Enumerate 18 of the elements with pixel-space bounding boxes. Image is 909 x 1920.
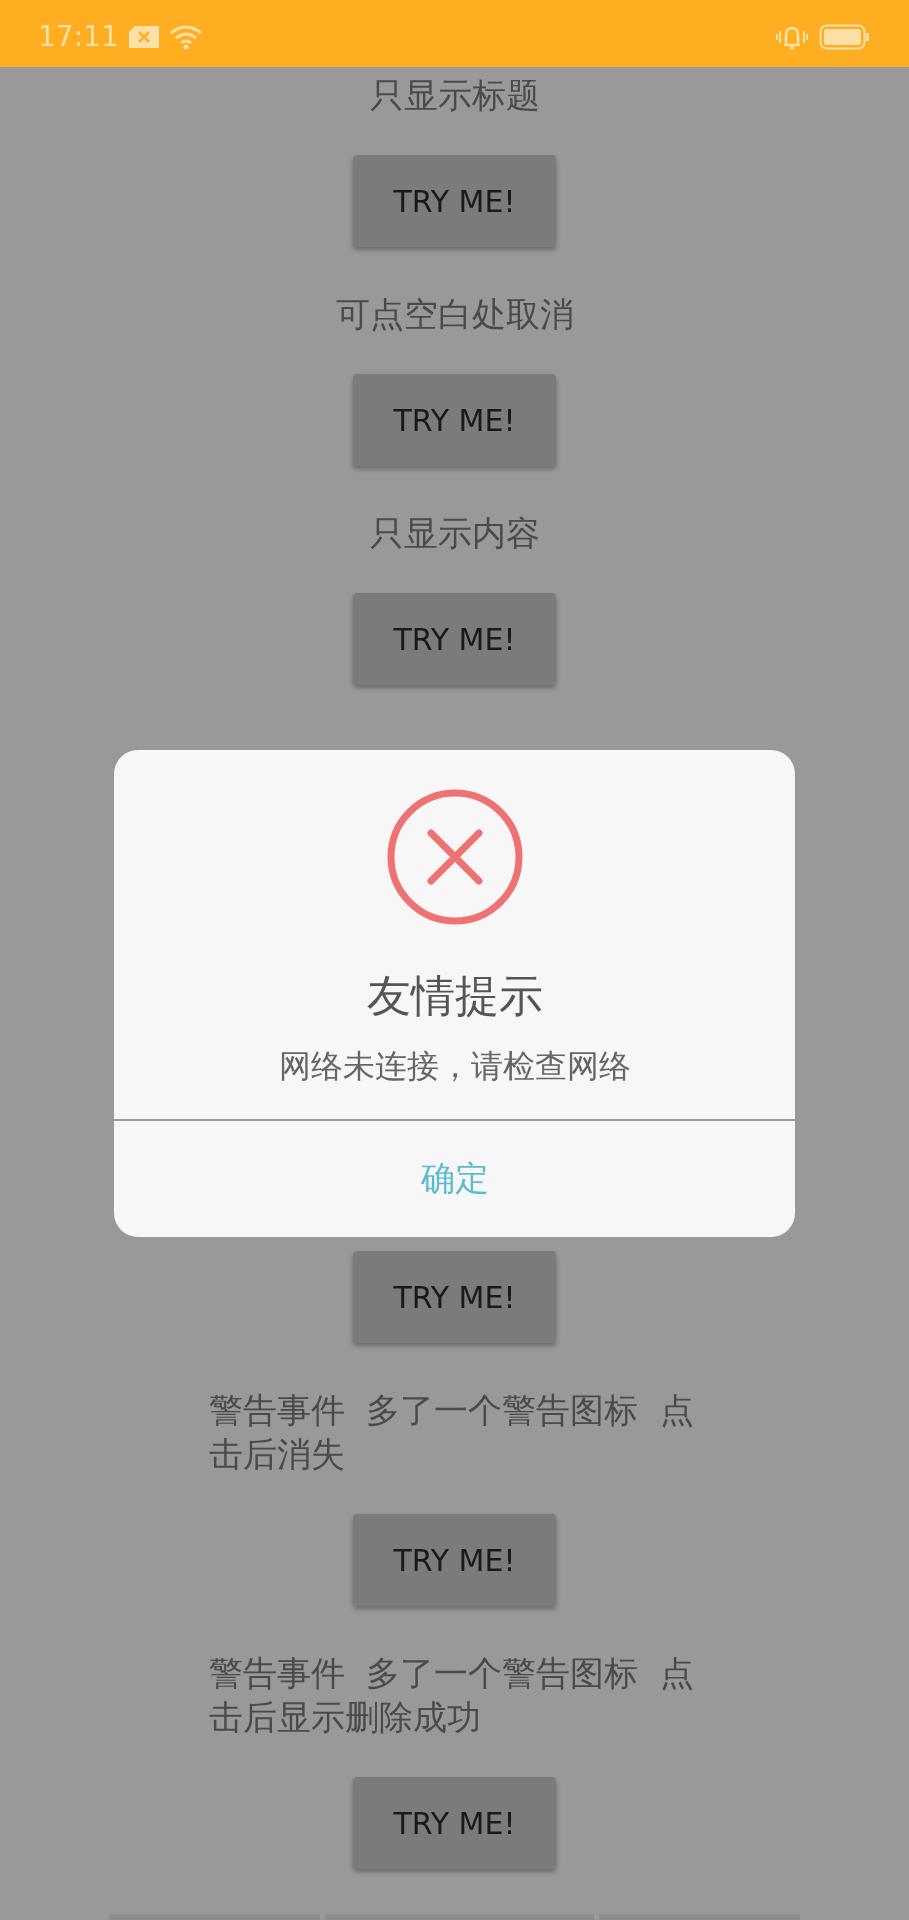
wifi-icon [168, 23, 203, 50]
battery-icon [819, 23, 871, 50]
error-icon [385, 788, 524, 926]
section-label: 可点空白处取消 [335, 293, 574, 336]
try-me-button[interactable]: TRY ME! [353, 1251, 556, 1343]
try-me-button[interactable]: TRY ME! [353, 1514, 556, 1606]
sim-error-icon [128, 25, 159, 48]
section-label: 警告事件 多了一个警告图标 点击后显示删除成功 [208, 1652, 695, 1739]
status-time: 17:11 [38, 18, 119, 55]
dialog-message: 网络未连接，请检查网络 [278, 1046, 631, 1087]
try-me-button[interactable]: TRY ME! [353, 593, 556, 685]
try-me-button[interactable]: TRY ME! [353, 1777, 556, 1869]
section-label: 警告事件 多了一个警告图标 点击后消失 [208, 1389, 695, 1476]
try-me-button[interactable]: TRY ME! [353, 374, 556, 466]
try-me-button[interactable]: TRY ME! [353, 155, 556, 247]
section-label: 只显示标题 [369, 74, 540, 117]
dialog-title: 友情提示 [366, 969, 543, 1023]
section-label: 只显示内容 [369, 512, 540, 555]
